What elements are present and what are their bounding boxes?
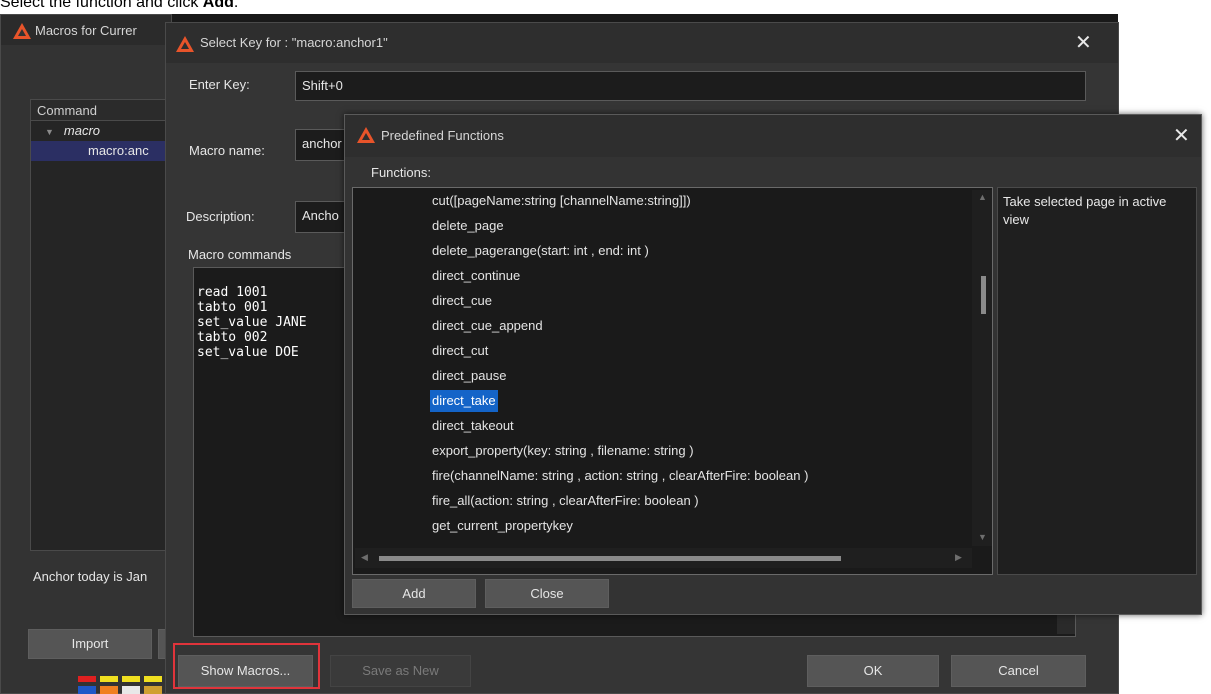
functions-list[interactable]: cut([pageName:string [channelName:string… <box>352 187 993 575</box>
macro-name-label: Macro name: <box>189 143 265 158</box>
predefined-functions-title: Predefined Functions <box>381 128 504 143</box>
command-line: tabto 002 <box>197 330 268 345</box>
scroll-left-icon[interactable]: ◀ <box>361 552 368 563</box>
close-button[interactable]: Close <box>485 579 609 608</box>
list-item[interactable]: direct_continue <box>430 265 522 287</box>
scroll-right-icon[interactable]: ▶ <box>955 552 962 563</box>
list-item[interactable]: delete_pagerange(start: int , end: int ) <box>430 240 651 262</box>
list-item[interactable]: direct_cut <box>430 340 490 362</box>
close-icon[interactable]: ✕ <box>1075 33 1092 53</box>
viz-logo-icon <box>176 36 194 52</box>
enter-key-label: Enter Key: <box>189 77 250 92</box>
save-as-new-button[interactable]: Save as New <box>330 655 471 687</box>
predefined-functions-window: Predefined Functions ✕ Functions: cut([p… <box>344 114 1202 615</box>
highlight-annotation-box <box>173 643 320 689</box>
horizontal-scrollbar[interactable]: ◀ ▶ <box>355 548 972 568</box>
command-line: read 1001 <box>197 285 268 300</box>
tree-item-macro-anchor[interactable]: macro:anc <box>31 141 169 161</box>
list-item[interactable]: get_current_propertykey <box>430 515 575 537</box>
macros-window-titlebar: Macros for Currer <box>1 15 171 45</box>
cancel-button[interactable]: Cancel <box>951 655 1086 687</box>
swatch-orange[interactable] <box>100 686 118 694</box>
select-key-title: Select Key for : "macro:anchor1" <box>200 35 388 50</box>
close-icon[interactable]: ✕ <box>1173 126 1190 146</box>
macro-commands-label: Macro commands <box>188 247 292 262</box>
add-button[interactable]: Add <box>352 579 476 608</box>
swatch-yellow[interactable] <box>100 676 118 682</box>
list-item[interactable]: delete_page <box>430 215 506 237</box>
list-item[interactable]: direct_cue <box>430 290 494 312</box>
macro-commands-text[interactable]: read 1001 tabto 001 set_value JANE tabto… <box>197 285 307 360</box>
list-item[interactable]: direct_cue_append <box>430 315 545 337</box>
viz-logo-icon <box>357 127 375 143</box>
command-tree-panel[interactable]: Command ▼ macro macro:anc <box>30 99 170 551</box>
triangle-down-icon[interactable]: ▼ <box>45 127 54 137</box>
vertical-scrollbar[interactable]: ▲ ▼ <box>972 190 992 546</box>
scroll-down-icon[interactable]: ▼ <box>978 532 987 542</box>
swatch-yellow-2[interactable] <box>122 676 140 682</box>
description-label: Description: <box>186 209 255 224</box>
instruction-caption: Select the function and click Add. <box>0 0 239 11</box>
anchor-preview-text: Anchor today is Jan <box>33 569 148 584</box>
tree-group-macro[interactable]: ▼ macro <box>31 121 169 141</box>
list-item[interactable]: direct_pause <box>430 365 508 387</box>
viz-logo-icon <box>13 23 31 39</box>
scroll-up-icon[interactable]: ▲ <box>978 192 987 202</box>
command-line: set_value JANE <box>197 315 307 330</box>
color-palette <box>78 676 168 694</box>
swatch-gold[interactable] <box>144 686 162 694</box>
command-line: set_value DOE <box>197 345 299 360</box>
predefined-functions-titlebar: Predefined Functions ✕ <box>345 115 1201 157</box>
list-item[interactable]: direct_takeout <box>430 415 516 437</box>
select-key-titlebar: Select Key for : "macro:anchor1" ✕ <box>166 23 1118 63</box>
swatch-red[interactable] <box>78 676 96 682</box>
command-column-header[interactable]: Command <box>31 100 169 121</box>
functions-label: Functions: <box>371 165 431 180</box>
swatch-yellow-3[interactable] <box>144 676 162 682</box>
list-item[interactable]: fire_all(action: string , clearAfterFire… <box>430 490 701 512</box>
list-item[interactable]: fire(channelName: string , action: strin… <box>430 465 810 487</box>
macros-window-title: Macros for Currer <box>35 23 137 38</box>
ok-button[interactable]: OK <box>807 655 939 687</box>
swatch-white[interactable] <box>122 686 140 694</box>
command-line: tabto 001 <box>197 300 268 315</box>
vertical-scroll-thumb[interactable] <box>981 276 986 314</box>
list-item-selected[interactable]: direct_take <box>430 390 498 412</box>
list-item[interactable]: export_property(key: string , filename: … <box>430 440 696 462</box>
horizontal-scroll-thumb[interactable] <box>379 556 841 561</box>
list-item[interactable]: cut([pageName:string [channelName:string… <box>430 190 693 212</box>
enter-key-field[interactable]: Shift+0 <box>295 71 1086 101</box>
function-description-panel: Take selected page in active view <box>997 187 1197 575</box>
import-button[interactable]: Import <box>28 629 152 659</box>
swatch-blue[interactable] <box>78 686 96 694</box>
